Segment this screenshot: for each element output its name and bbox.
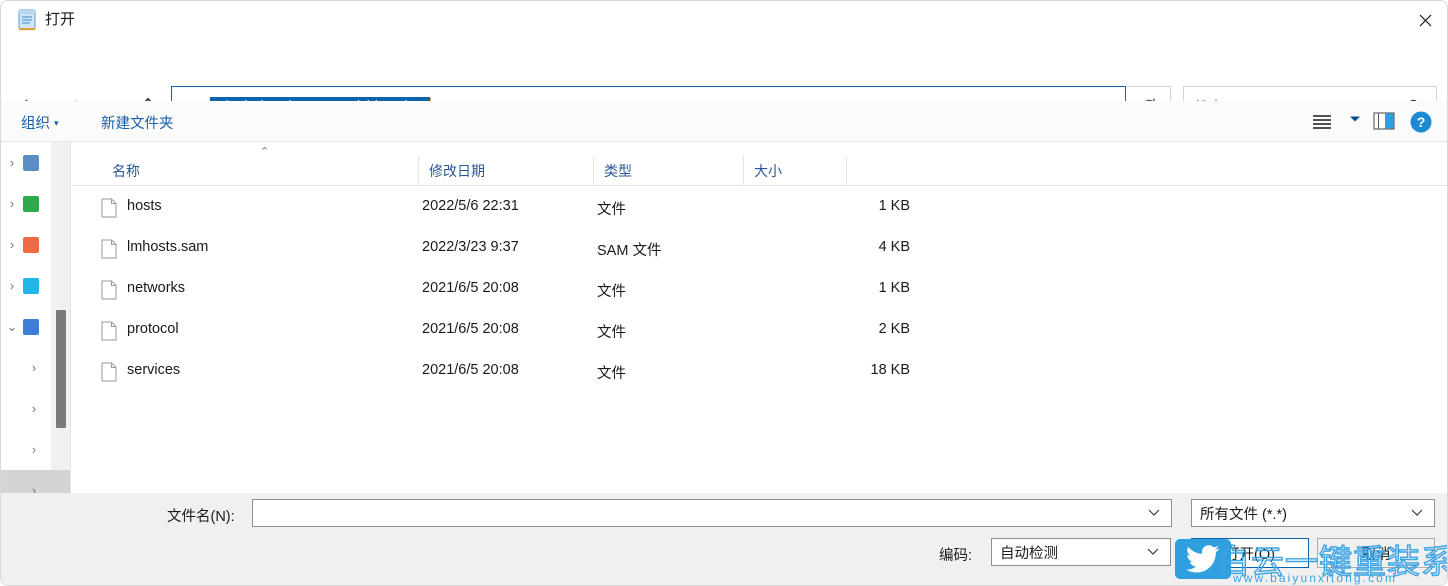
navigation-bar: C:\Windows\System32\drivers\etc: [1, 39, 1448, 101]
file-type-cell: 文件: [597, 280, 626, 301]
file-size-cell: 1 KB: [747, 198, 910, 214]
file-type-cell: 文件: [597, 321, 626, 342]
navpane-item[interactable]: ›: [1, 142, 71, 183]
navpane-item-icon: [23, 278, 39, 294]
chevron-right-icon[interactable]: ›: [1, 155, 23, 170]
file-icon: [101, 198, 117, 218]
chevron-down-icon[interactable]: [1146, 545, 1160, 559]
file-size-cell: 2 KB: [747, 321, 910, 337]
column-header-size[interactable]: 大小: [743, 156, 846, 186]
title-bar: 打开: [1, 1, 1448, 39]
file-name-cell: lmhosts.sam: [127, 239, 208, 255]
navpane-item-icon: [23, 155, 39, 171]
chevron-right-icon[interactable]: ›: [23, 483, 45, 493]
encoding-label: 编码:: [939, 544, 972, 565]
cancel-button[interactable]: 取消: [1317, 538, 1435, 568]
chevron-right-icon[interactable]: ›: [23, 360, 45, 375]
file-icon: [101, 239, 117, 259]
filetype-combobox[interactable]: 所有文件 (*.*): [1191, 499, 1435, 527]
new-folder-button[interactable]: 新建文件夹: [101, 112, 174, 133]
window-title: 打开: [45, 10, 75, 30]
view-options-chevron-down-icon[interactable]: [1349, 115, 1361, 126]
organize-button[interactable]: 组织 ▾: [21, 112, 59, 133]
file-name-cell: services: [127, 362, 180, 378]
dialog-footer: 文件名(N): 所有文件 (*.*) 编码: 自动检测: [1, 493, 1448, 586]
notepad-icon: [17, 9, 37, 31]
preview-pane-icon[interactable]: [1373, 111, 1395, 131]
organize-label: 组织: [21, 116, 50, 132]
table-row[interactable]: hosts 2022/5/6 22:31 文件 1 KB: [72, 187, 1448, 228]
table-row[interactable]: protocol 2021/6/5 20:08 文件 2 KB: [72, 310, 1448, 351]
close-icon[interactable]: [1401, 1, 1448, 39]
chevron-down-icon[interactable]: ⌄: [1, 319, 23, 335]
file-browser: ››››⌄›››››› ⌃ 名称 修改日期 类型 大小 hosts2022/5/…: [1, 142, 1448, 493]
file-type-cell: 文件: [597, 198, 626, 219]
chevron-right-icon[interactable]: ›: [1, 237, 23, 252]
svg-text:?: ?: [1417, 114, 1426, 130]
file-size-cell: 1 KB: [747, 280, 910, 296]
column-header-divider: [846, 156, 847, 186]
command-toolbar: 组织 ▾ 新建文件夹: [1, 101, 1448, 142]
file-list[interactable]: ⌃ 名称 修改日期 类型 大小 hosts2022/5/6 22:31文件1 K…: [72, 142, 1448, 493]
file-size-cell: 4 KB: [747, 239, 910, 255]
column-header-date[interactable]: 修改日期: [418, 156, 593, 186]
file-date-cell: 2022/3/23 9:37: [422, 239, 519, 255]
navpane-item[interactable]: ⌄: [1, 306, 71, 347]
table-row[interactable]: lmhosts.sam 2022/3/23 9:37 SAM 文件 4 KB: [72, 228, 1448, 269]
filename-combobox[interactable]: [252, 499, 1172, 527]
column-header-row: 名称 修改日期 类型 大小: [72, 156, 1448, 186]
chevron-right-icon[interactable]: ›: [23, 401, 45, 416]
open-file-dialog: 打开: [0, 0, 1448, 586]
chevron-right-icon[interactable]: ›: [1, 278, 23, 293]
navpane-item[interactable]: ›: [1, 347, 71, 388]
file-type-cell: SAM 文件: [597, 239, 661, 260]
file-date-cell: 2021/6/5 20:08: [422, 362, 519, 378]
file-icon: [101, 321, 117, 341]
file-type-cell: 文件: [597, 362, 626, 383]
file-name-cell: hosts: [127, 198, 162, 214]
filename-input[interactable]: [259, 505, 1139, 521]
table-row[interactable]: services 2021/6/5 20:08 文件 18 KB: [72, 351, 1448, 392]
file-icon: [101, 362, 117, 382]
chevron-right-icon[interactable]: ›: [23, 442, 45, 457]
navpane-item[interactable]: ›: [1, 183, 71, 224]
navpane-item[interactable]: ›: [1, 265, 71, 306]
navpane-item-icon: [23, 237, 39, 253]
chevron-down-icon[interactable]: [1147, 506, 1161, 520]
file-date-cell: 2021/6/5 20:08: [422, 280, 519, 296]
navpane-item-icon: [23, 319, 39, 335]
navpane-item[interactable]: ›: [1, 224, 71, 265]
encoding-value: 自动检测: [1000, 542, 1058, 563]
chevron-right-icon[interactable]: ›: [1, 196, 23, 211]
open-button[interactable]: 打开(O): [1191, 538, 1309, 568]
navpane-item[interactable]: ›: [1, 470, 71, 493]
file-date-cell: 2021/6/5 20:08: [422, 321, 519, 337]
column-header-name[interactable]: 名称: [98, 156, 418, 186]
filetype-value: 所有文件 (*.*): [1200, 503, 1287, 524]
navpane-item[interactable]: ›: [1, 429, 71, 470]
list-view-icon[interactable]: [1307, 110, 1337, 134]
filename-label: 文件名(N):: [167, 505, 235, 526]
file-icon: [101, 280, 117, 300]
new-folder-label: 新建文件夹: [101, 116, 174, 132]
chevron-down-icon[interactable]: [1410, 506, 1424, 520]
file-name-cell: protocol: [127, 321, 179, 337]
column-header-type[interactable]: 类型: [593, 156, 743, 186]
navpane-item-icon: [23, 196, 39, 212]
file-name-cell: networks: [127, 280, 185, 296]
navigation-pane[interactable]: ››››⌄››››››: [1, 142, 71, 493]
chevron-down-icon: ▾: [54, 118, 59, 128]
help-icon[interactable]: ?: [1409, 110, 1433, 134]
navpane-item[interactable]: ›: [1, 388, 71, 429]
file-date-cell: 2022/5/6 22:31: [422, 198, 519, 214]
encoding-combobox[interactable]: 自动检测: [991, 538, 1171, 566]
file-size-cell: 18 KB: [747, 362, 910, 378]
table-row[interactable]: networks 2021/6/5 20:08 文件 1 KB: [72, 269, 1448, 310]
